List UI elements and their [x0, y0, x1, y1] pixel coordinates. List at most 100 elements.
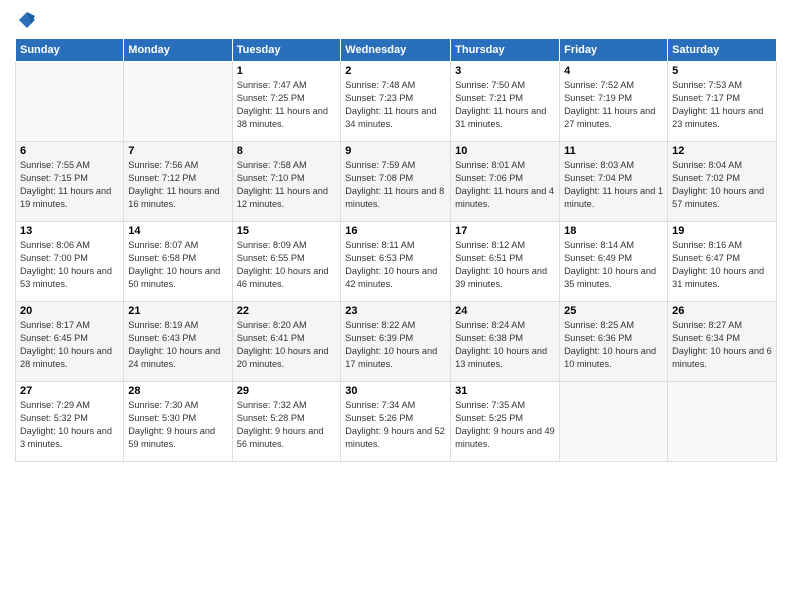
page: SundayMondayTuesdayWednesdayThursdayFrid… [0, 0, 792, 612]
day-cell: 7Sunrise: 7:56 AMSunset: 7:12 PMDaylight… [124, 142, 232, 222]
day-info: Sunrise: 8:12 AMSunset: 6:51 PMDaylight:… [455, 239, 555, 291]
col-header-tuesday: Tuesday [232, 39, 341, 62]
day-number: 27 [20, 385, 119, 397]
day-info: Sunrise: 7:30 AMSunset: 5:30 PMDaylight:… [128, 399, 227, 451]
week-row-3: 20Sunrise: 8:17 AMSunset: 6:45 PMDayligh… [16, 302, 777, 382]
day-cell: 28 Sunrise: 7:30 AMSunset: 5:30 PMDayligh… [124, 382, 232, 462]
day-cell [16, 62, 124, 142]
day-cell: 29Sunrise: 7:32 AMSunset: 5:28 PMDayligh… [232, 382, 341, 462]
day-cell: 3Sunrise: 7:50 AMSunset: 7:21 PMDaylight… [451, 62, 560, 142]
day-number: 5 [672, 65, 772, 77]
day-cell: 1 Sunrise: 7:47 AMSunset: 7:25 PMDaylight… [232, 62, 341, 142]
day-cell: 25 Sunrise: 8:25 AMSunset: 6:36 PMDayligh… [560, 302, 668, 382]
day-number: 23 [345, 305, 446, 317]
day-info: Sunrise: 7:35 AMSunset: 5:25 PMDaylight:… [455, 399, 555, 451]
day-info: Sunrise: 7:52 AMSunset: 7:19 PMDaylight:… [564, 79, 663, 131]
day-number: 24 [455, 305, 555, 317]
day-cell: 8 Sunrise: 7:58 AMSunset: 7:10 PMDaylight… [232, 142, 341, 222]
day-info: Sunrise: 8:25 AMSunset: 6:36 PMDaylight:… [564, 319, 663, 371]
day-cell: 5 Sunrise: 7:53 AMSunset: 7:17 PMDaylight… [668, 62, 777, 142]
day-cell: 2Sunrise: 7:48 AMSunset: 7:23 PMDaylight… [341, 62, 451, 142]
day-info: Sunrise: 8:19 AMSunset: 6:43 PMDaylight:… [128, 319, 227, 371]
day-number: 2 [345, 65, 446, 77]
day-info: Sunrise: 8:09 AMSunset: 6:55 PMDaylight:… [237, 239, 337, 291]
week-row-1: 6 Sunrise: 7:55 AMSunset: 7:15 PMDaylight… [16, 142, 777, 222]
day-cell: 4 Sunrise: 7:52 AMSunset: 7:19 PMDaylight… [560, 62, 668, 142]
day-number: 9 [345, 145, 446, 157]
col-header-thursday: Thursday [451, 39, 560, 62]
day-cell: 27Sunrise: 7:29 AMSunset: 5:32 PMDayligh… [16, 382, 124, 462]
day-cell: 14 Sunrise: 8:07 AMSunset: 6:58 PMDayligh… [124, 222, 232, 302]
col-header-sunday: Sunday [16, 39, 124, 62]
col-header-saturday: Saturday [668, 39, 777, 62]
day-number: 31 [455, 385, 555, 397]
day-cell: 23Sunrise: 8:22 AMSunset: 6:39 PMDayligh… [341, 302, 451, 382]
day-info: Sunrise: 7:34 AMSunset: 5:26 PMDaylight:… [345, 399, 446, 451]
logo [15, 10, 37, 30]
day-number: 1 [237, 65, 337, 77]
day-info: Sunrise: 8:27 AMSunset: 6:34 PMDaylight:… [672, 319, 772, 371]
day-info: Sunrise: 8:07 AMSunset: 6:58 PMDaylight:… [128, 239, 227, 291]
day-number: 11 [564, 145, 663, 157]
day-cell: 15 Sunrise: 8:09 AMSunset: 6:55 PMDayligh… [232, 222, 341, 302]
day-cell: 21 Sunrise: 8:19 AMSunset: 6:43 PMDayligh… [124, 302, 232, 382]
calendar-table: SundayMondayTuesdayWednesdayThursdayFrid… [15, 38, 777, 462]
day-number: 4 [564, 65, 663, 77]
day-cell: 17 Sunrise: 8:12 AMSunset: 6:51 PMDayligh… [451, 222, 560, 302]
day-number: 6 [20, 145, 119, 157]
day-cell: 20Sunrise: 8:17 AMSunset: 6:45 PMDayligh… [16, 302, 124, 382]
day-cell: 31 Sunrise: 7:35 AMSunset: 5:25 PMDayligh… [451, 382, 560, 462]
day-cell: 26 Sunrise: 8:27 AMSunset: 6:34 PMDayligh… [668, 302, 777, 382]
day-number: 26 [672, 305, 772, 317]
day-info: Sunrise: 7:47 AMSunset: 7:25 PMDaylight:… [237, 79, 337, 131]
day-info: Sunrise: 8:01 AMSunset: 7:06 PMDaylight:… [455, 159, 555, 211]
day-info: Sunrise: 7:53 AMSunset: 7:17 PMDaylight:… [672, 79, 772, 131]
day-number: 28 [128, 385, 227, 397]
header [15, 10, 777, 30]
day-number: 14 [128, 225, 227, 237]
day-number: 25 [564, 305, 663, 317]
day-number: 7 [128, 145, 227, 157]
day-cell: 19Sunrise: 8:16 AMSunset: 6:47 PMDayligh… [668, 222, 777, 302]
week-row-0: 1 Sunrise: 7:47 AMSunset: 7:25 PMDaylight… [16, 62, 777, 142]
day-cell: 16 Sunrise: 8:11 AMSunset: 6:53 PMDayligh… [341, 222, 451, 302]
day-info: Sunrise: 8:04 AMSunset: 7:02 PMDaylight:… [672, 159, 772, 211]
day-number: 3 [455, 65, 555, 77]
day-number: 15 [237, 225, 337, 237]
day-cell: 11 Sunrise: 8:03 AMSunset: 7:04 PMDayligh… [560, 142, 668, 222]
day-info: Sunrise: 8:11 AMSunset: 6:53 PMDaylight:… [345, 239, 446, 291]
day-cell [560, 382, 668, 462]
day-number: 17 [455, 225, 555, 237]
week-row-2: 13Sunrise: 8:06 AMSunset: 7:00 PMDayligh… [16, 222, 777, 302]
day-info: Sunrise: 8:20 AMSunset: 6:41 PMDaylight:… [237, 319, 337, 371]
day-info: Sunrise: 7:59 AMSunset: 7:08 PMDaylight:… [345, 159, 446, 211]
day-cell: 9 Sunrise: 7:59 AMSunset: 7:08 PMDaylight… [341, 142, 451, 222]
day-cell [668, 382, 777, 462]
day-cell: 13Sunrise: 8:06 AMSunset: 7:00 PMDayligh… [16, 222, 124, 302]
day-info: Sunrise: 8:17 AMSunset: 6:45 PMDaylight:… [20, 319, 119, 371]
day-number: 13 [20, 225, 119, 237]
day-info: Sunrise: 7:32 AMSunset: 5:28 PMDaylight:… [237, 399, 337, 451]
day-number: 21 [128, 305, 227, 317]
day-number: 12 [672, 145, 772, 157]
day-cell: 6 Sunrise: 7:55 AMSunset: 7:15 PMDaylight… [16, 142, 124, 222]
day-number: 8 [237, 145, 337, 157]
week-row-4: 27Sunrise: 7:29 AMSunset: 5:32 PMDayligh… [16, 382, 777, 462]
day-cell: 22 Sunrise: 8:20 AMSunset: 6:41 PMDayligh… [232, 302, 341, 382]
day-cell: 24 Sunrise: 8:24 AMSunset: 6:38 PMDayligh… [451, 302, 560, 382]
day-cell [124, 62, 232, 142]
day-info: Sunrise: 8:03 AMSunset: 7:04 PMDaylight:… [564, 159, 663, 211]
calendar-header-row: SundayMondayTuesdayWednesdayThursdayFrid… [16, 39, 777, 62]
day-number: 16 [345, 225, 446, 237]
col-header-wednesday: Wednesday [341, 39, 451, 62]
day-info: Sunrise: 7:55 AMSunset: 7:15 PMDaylight:… [20, 159, 119, 211]
day-number: 30 [345, 385, 446, 397]
day-number: 22 [237, 305, 337, 317]
col-header-friday: Friday [560, 39, 668, 62]
day-info: Sunrise: 7:58 AMSunset: 7:10 PMDaylight:… [237, 159, 337, 211]
day-cell: 30 Sunrise: 7:34 AMSunset: 5:26 PMDayligh… [341, 382, 451, 462]
day-info: Sunrise: 8:14 AMSunset: 6:49 PMDaylight:… [564, 239, 663, 291]
day-number: 18 [564, 225, 663, 237]
day-info: Sunrise: 8:24 AMSunset: 6:38 PMDaylight:… [455, 319, 555, 371]
day-number: 10 [455, 145, 555, 157]
